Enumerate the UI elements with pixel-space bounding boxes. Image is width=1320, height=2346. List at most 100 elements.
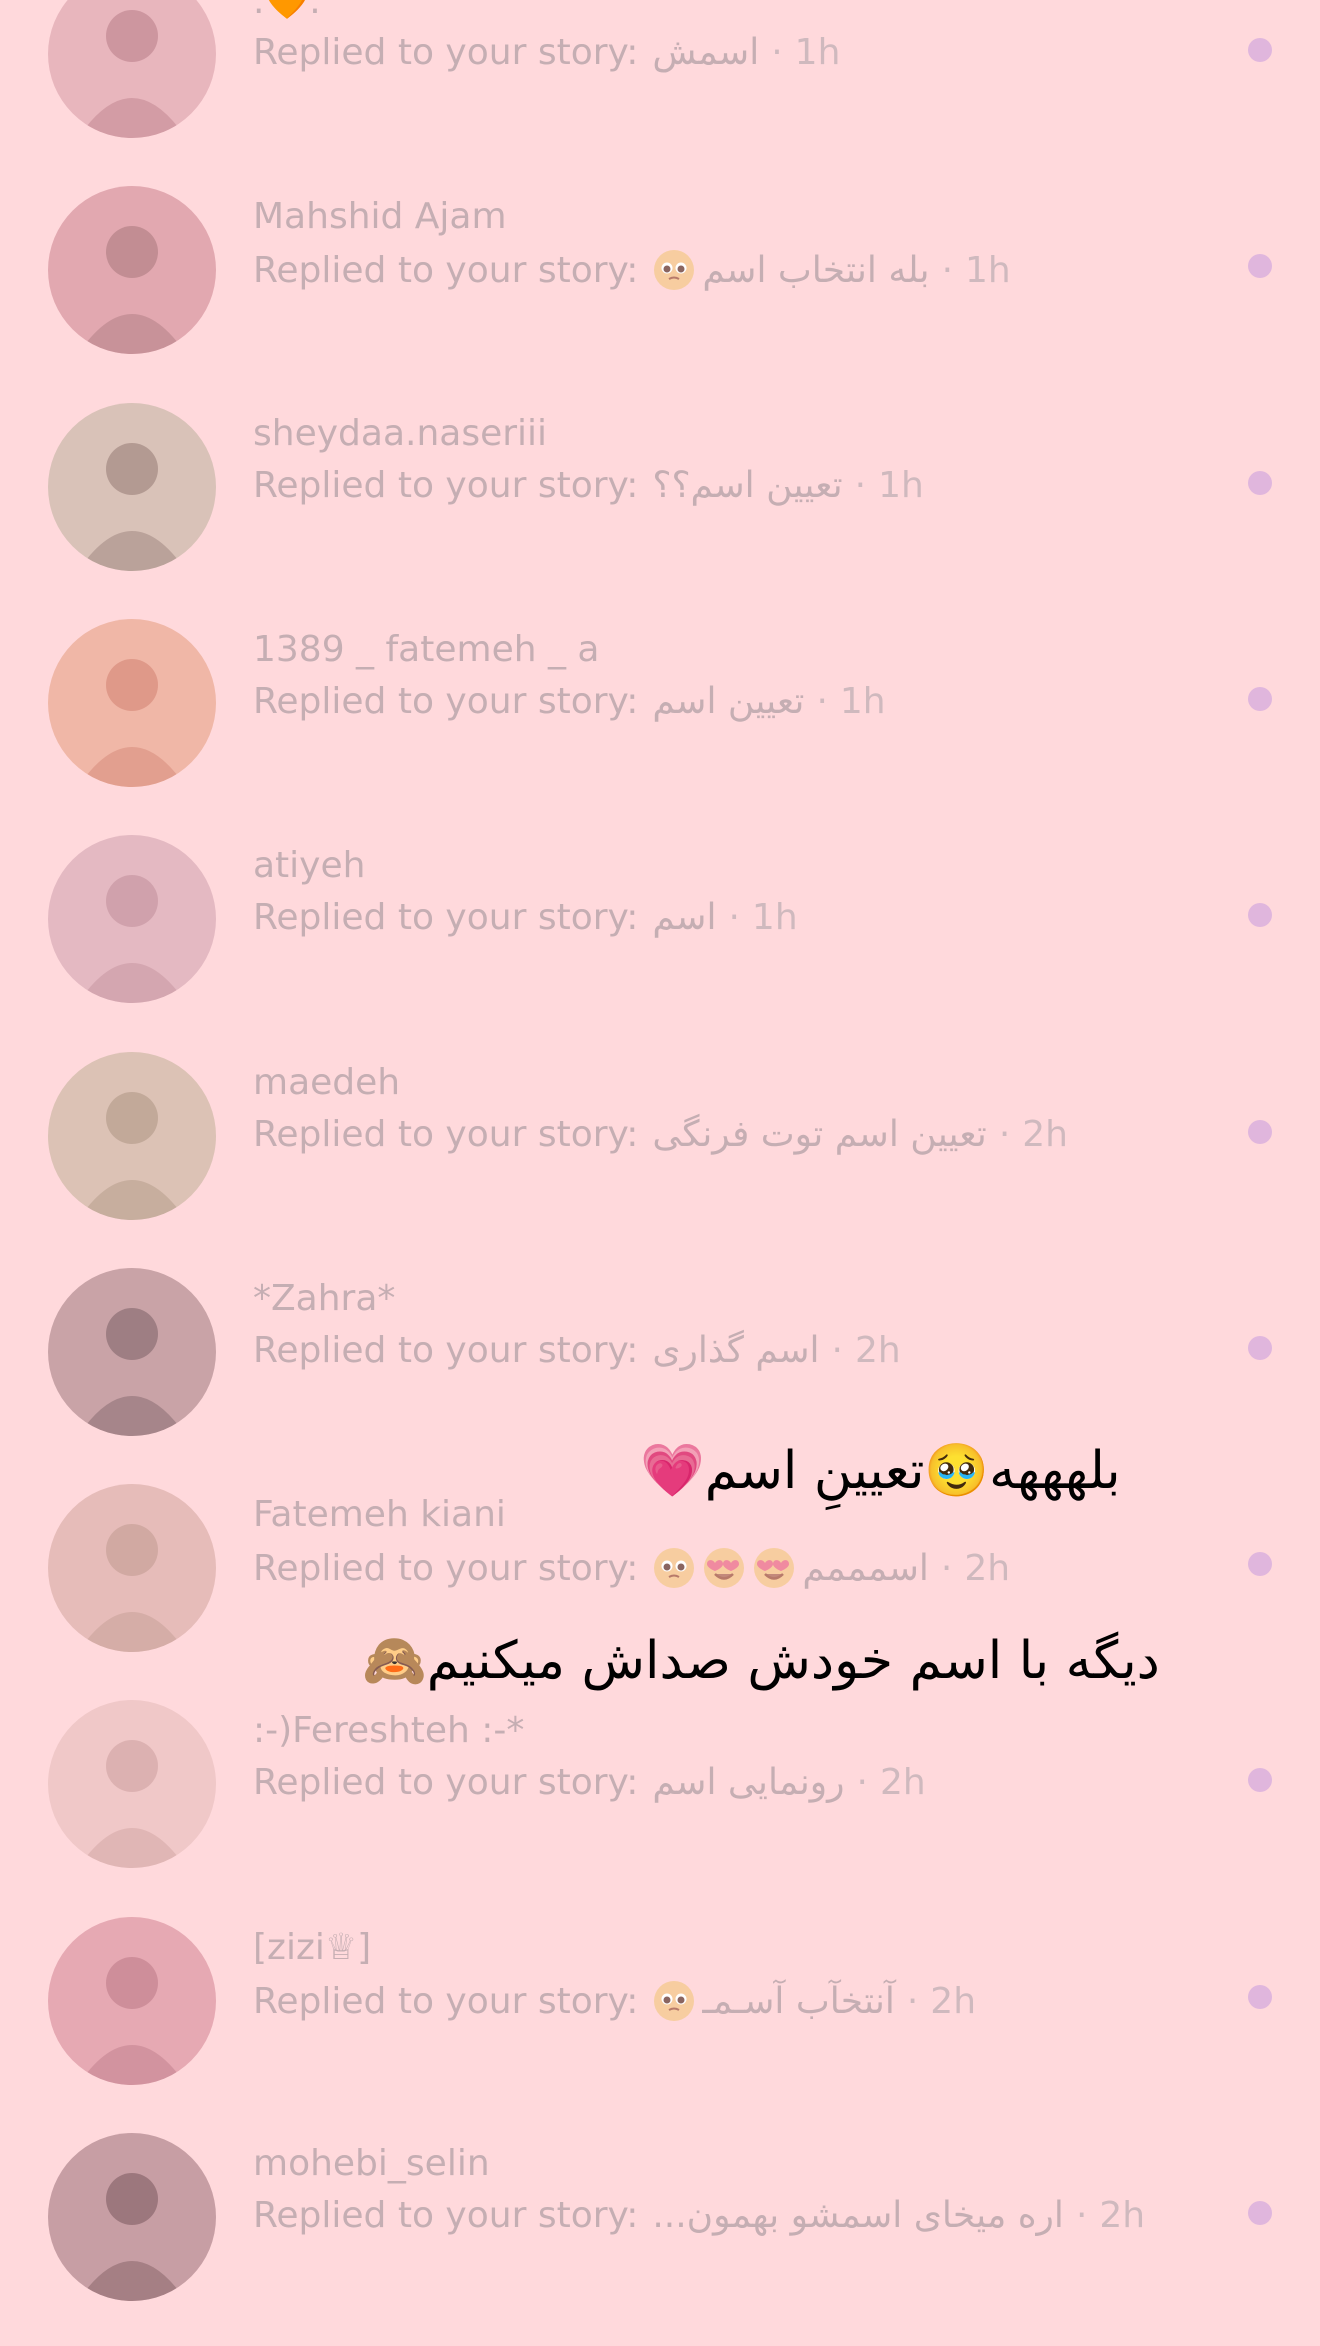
separator: · xyxy=(728,897,740,938)
message-text: اسم گذاری xyxy=(652,1330,820,1371)
pleading-face-emoji-icon xyxy=(652,1546,696,1590)
message-preview: Replied to your story: اسمممم · 2h xyxy=(253,1546,1010,1590)
message-preview: Replied to your story: آنتخآب آسـمـ · 2h xyxy=(253,1979,976,2023)
avatar[interactable] xyxy=(48,2133,216,2301)
avatar[interactable] xyxy=(48,0,216,138)
message-text: رونمایی اسم xyxy=(652,1762,845,1803)
message-row[interactable]: Mahshid Ajam Replied to your story: بله ان… xyxy=(0,186,1320,394)
message-preview: Replied to your story: اسمش · 1h xyxy=(253,32,840,73)
message-text: اسمش xyxy=(652,32,760,73)
unread-dot-icon xyxy=(1248,1336,1272,1360)
avatar[interactable] xyxy=(48,1052,216,1220)
unread-dot-icon xyxy=(1248,254,1272,278)
reply-prefix: Replied to your story: xyxy=(253,897,639,938)
sender-name: mohebi_selin xyxy=(253,2143,490,2184)
separator: · xyxy=(940,1547,953,1589)
unread-dot-icon xyxy=(1248,38,1272,62)
sender-name: 1389 _ fatemeh _ a xyxy=(253,629,600,670)
message-list: .🧡. Replied to your story: اسمش · 1h Mahshid … xyxy=(0,0,1320,2346)
message-text: آنتخآب آسـمـ xyxy=(702,1980,895,2022)
reply-prefix: Replied to your story: xyxy=(253,1980,639,2022)
message-preview: Replied to your story: اسم گذاری · 2h xyxy=(253,1330,901,1371)
separator: · xyxy=(941,249,954,291)
separator: · xyxy=(906,1980,919,2022)
separator: · xyxy=(856,1762,868,1803)
reply-prefix: Replied to your story: xyxy=(253,1330,639,1371)
message-row[interactable]: :-)Fereshteh :-* Replied to your story: رو… xyxy=(0,1700,1320,1908)
unread-dot-icon xyxy=(1248,1120,1272,1144)
pleading-face-emoji-icon xyxy=(652,248,696,292)
sender-name: sheydaa.naseriii xyxy=(253,413,548,454)
timestamp: 1h xyxy=(751,897,798,938)
reply-prefix: Replied to your story: xyxy=(253,1114,639,1155)
timestamp: 2h xyxy=(1022,1114,1068,1155)
separator: · xyxy=(1075,2195,1088,2236)
message-preview: Replied to your story: بله انتخاب اسم · 1h xyxy=(253,248,1011,292)
timestamp: 2h xyxy=(930,1980,977,2022)
sender-name: [zizi♕] xyxy=(253,1927,372,1968)
timestamp: 2h xyxy=(964,1547,1011,1589)
separator: · xyxy=(854,465,867,506)
heart-eyes-emoji-icon xyxy=(752,1546,796,1590)
timestamp: 1h xyxy=(839,681,886,722)
separator: · xyxy=(771,32,783,73)
separator: · xyxy=(998,1114,1011,1155)
reply-prefix: Replied to your story: xyxy=(253,249,639,291)
sender-name: Mahshid Ajam xyxy=(253,196,507,237)
avatar[interactable] xyxy=(48,619,216,787)
timestamp: 2h xyxy=(854,1330,901,1371)
unread-dot-icon xyxy=(1248,1768,1272,1792)
message-text: تعیین اسم؟؟ xyxy=(652,465,843,506)
unread-dot-icon xyxy=(1248,1985,1272,2009)
message-row[interactable]: maedeh Replied to your story: تعیین اسم تو… xyxy=(0,1052,1320,1260)
avatar[interactable] xyxy=(48,403,216,571)
message-preview: Replied to your story: اره میخای اسمشو به… xyxy=(253,2195,1145,2236)
unread-dot-icon xyxy=(1248,903,1272,927)
avatar[interactable] xyxy=(48,1484,216,1652)
sender-name: Fatemeh kiani xyxy=(253,1494,506,1535)
avatar[interactable] xyxy=(48,1917,216,2085)
avatar[interactable] xyxy=(48,1700,216,1868)
timestamp: 1h xyxy=(965,249,1011,291)
message-row[interactable]: 1389 _ fatemeh _ a Replied to your story:… xyxy=(0,619,1320,827)
message-text: اسمممم xyxy=(802,1547,929,1589)
timestamp: 1h xyxy=(794,32,841,73)
unread-dot-icon xyxy=(1248,471,1272,495)
message-row[interactable]: .🧡. Replied to your story: اسمش · 1h xyxy=(0,0,1320,178)
reply-prefix: Replied to your story: xyxy=(253,681,639,722)
avatar[interactable] xyxy=(48,835,216,1003)
avatar[interactable] xyxy=(48,186,216,354)
unread-dot-icon xyxy=(1248,1552,1272,1576)
reply-prefix: Replied to your story: xyxy=(253,2195,639,2236)
story-text-overlay-1: بلهههه🥹تعیینِ اسم💗 xyxy=(640,1441,1121,1501)
separator: · xyxy=(816,681,828,722)
message-row[interactable]: sheydaa.naseriii Replied to your story: تع… xyxy=(0,403,1320,611)
sender-name: maedeh xyxy=(253,1062,401,1103)
unread-dot-icon xyxy=(1248,687,1272,711)
message-preview: Replied to your story: اسم · 1h xyxy=(253,897,798,938)
message-preview: Replied to your story: تعیین اسم · 1h xyxy=(253,681,886,722)
heart-eyes-emoji-icon xyxy=(702,1546,746,1590)
sender-name: atiyeh xyxy=(253,845,366,886)
message-preview: Replied to your story: رونمایی اسم · 2h xyxy=(253,1762,926,1803)
message-text: اره میخای اسمشو بهمون... xyxy=(652,2195,1064,2236)
separator: · xyxy=(831,1330,843,1371)
timestamp: 2h xyxy=(1099,2195,1146,2236)
unread-dot-icon xyxy=(1248,2201,1272,2225)
message-row[interactable]: mohebi_selin Replied to your story: اره می… xyxy=(0,2133,1320,2341)
message-row[interactable]: atiyeh Replied to your story: اسم · 1h xyxy=(0,835,1320,1043)
message-preview: Replied to your story: تعیین اسم؟؟ · 1h xyxy=(253,465,924,506)
timestamp: 2h xyxy=(879,1762,926,1803)
avatar[interactable] xyxy=(48,1268,216,1436)
sender-name: .🧡. xyxy=(253,0,321,22)
message-preview: Replied to your story: تعیین اسم توت فرنگ… xyxy=(253,1114,1068,1155)
sender-name: *Zahra* xyxy=(253,1278,396,1319)
message-text: اسم xyxy=(652,897,717,938)
message-row[interactable]: [zizi♕] Replied to your story: آنتخآب آسـم… xyxy=(0,1917,1320,2125)
reply-prefix: Replied to your story: xyxy=(253,1547,639,1589)
reply-prefix: Replied to your story: xyxy=(253,465,639,506)
reply-prefix: Replied to your story: xyxy=(253,1762,639,1803)
message-text: بله انتخاب اسم xyxy=(702,249,930,291)
message-text: تعیین اسم توت فرنگی xyxy=(652,1114,987,1155)
timestamp: 1h xyxy=(878,465,924,506)
